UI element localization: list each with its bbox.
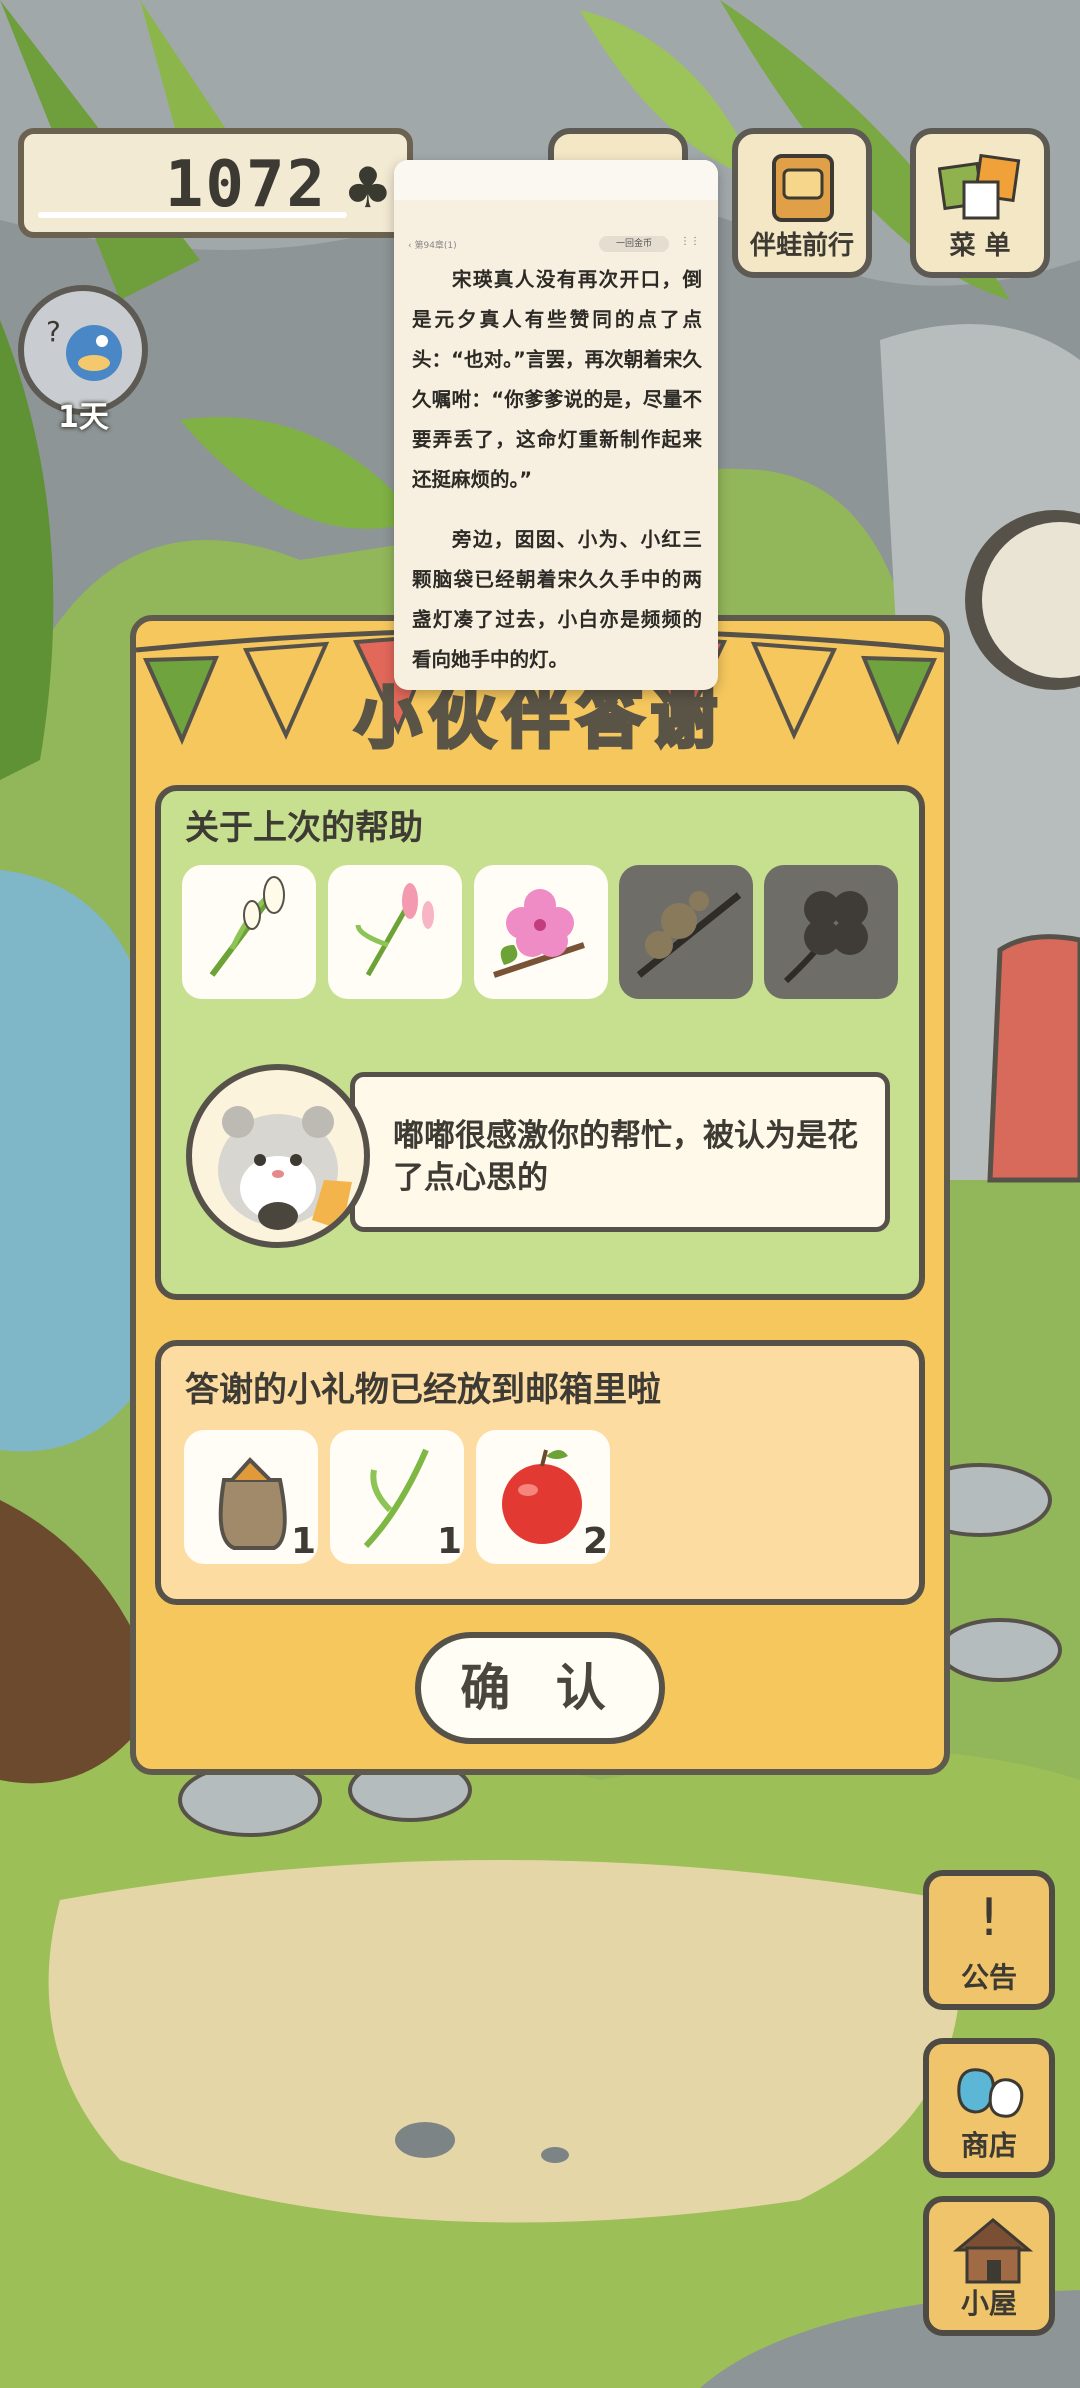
announcement-button[interactable]: ! 公告 bbox=[923, 1870, 1055, 2010]
plum-blossom-branch-icon bbox=[636, 891, 742, 978]
gift-item: 1 bbox=[330, 1430, 464, 1564]
companion-button[interactable]: 伴蛙前行 bbox=[732, 128, 872, 278]
shop-label: 商店 bbox=[960, 2129, 1017, 2162]
gift-count: 1 bbox=[436, 1521, 462, 1562]
gift-heading: 答谢的小礼物已经放到邮箱里啦 bbox=[185, 1370, 661, 1410]
counter-underline bbox=[38, 212, 347, 218]
svg-text:?: ? bbox=[46, 315, 61, 348]
confirm-button[interactable]: 确 认 bbox=[415, 1632, 665, 1744]
help-item-slot bbox=[474, 865, 608, 999]
menu-button[interactable]: 菜 单 bbox=[910, 128, 1050, 278]
reader-menu-icon[interactable]: ⋮⋮ bbox=[680, 236, 700, 247]
help-item-slot-locked bbox=[764, 865, 898, 999]
menu-label: 菜 单 bbox=[949, 231, 1011, 261]
reader-chapter-label: 第94章(1) bbox=[414, 241, 457, 251]
hamster-avatar bbox=[186, 1064, 370, 1248]
white-flower-sprig-icon bbox=[209, 876, 285, 977]
shop-bags-icon bbox=[957, 2068, 1024, 2118]
pink-flower-sprig-icon bbox=[355, 883, 434, 977]
cabin-button[interactable]: 小屋 bbox=[923, 2196, 1055, 2336]
shop-button[interactable]: 商店 bbox=[923, 2038, 1055, 2178]
reader-overlay-window[interactable]: ‹ 第94章(1) 一回金币 ⋮⋮ 宋瑛真人没有再次开口，倒是元夕真人有些赞同的… bbox=[394, 160, 718, 690]
help-heading: 关于上次的帮助 bbox=[185, 808, 423, 848]
gift-item: 1 bbox=[184, 1430, 318, 1564]
reader-coin-chip[interactable]: 一回金币 bbox=[599, 236, 669, 252]
days-away-label: 1天 bbox=[58, 400, 109, 435]
help-item-slot bbox=[328, 865, 462, 999]
cabin-label: 小屋 bbox=[960, 2287, 1017, 2320]
gift-count: 2 bbox=[582, 1521, 608, 1562]
gift-item: 2 bbox=[476, 1430, 610, 1564]
help-item-slot bbox=[182, 865, 316, 999]
hibiscus-flower-icon bbox=[493, 889, 585, 978]
reader-paragraph-1: 宋瑛真人没有再次开口，倒是元夕真人有些赞同的点了点头：“也对。”言罢，再次朝着宋… bbox=[412, 268, 702, 491]
hamster-icon bbox=[218, 1106, 352, 1230]
clover-icon: ♣ bbox=[342, 156, 393, 221]
gift-count: 1 bbox=[290, 1521, 316, 1562]
clover-counter: 1072 ♣ bbox=[18, 128, 413, 238]
companion-icon bbox=[772, 154, 834, 222]
reader-paragraph-2: 旁边，囡囡、小为、小红三颗脑袋已经朝着宋久久手中的两盏灯凑了过去，小白亦是频频的… bbox=[412, 528, 702, 671]
announcement-label: 公告 bbox=[960, 1961, 1017, 1994]
reader-title-strip bbox=[394, 160, 718, 200]
four-leaf-clover-icon bbox=[783, 891, 868, 984]
reader-chapter[interactable]: ‹ 第94章(1) bbox=[408, 238, 457, 251]
thanks-message: 嘟嘟很感激你的帮忙，被认为是花了点心思的 bbox=[393, 1118, 858, 1196]
exclamation-icon: ! bbox=[978, 1888, 1000, 1948]
companion-label: 伴蛙前行 bbox=[749, 231, 854, 261]
house-icon bbox=[952, 2218, 1034, 2284]
help-item-slot-locked bbox=[619, 865, 753, 999]
menu-cards-icon bbox=[938, 153, 1021, 220]
clover-count: 1072 bbox=[164, 148, 327, 222]
